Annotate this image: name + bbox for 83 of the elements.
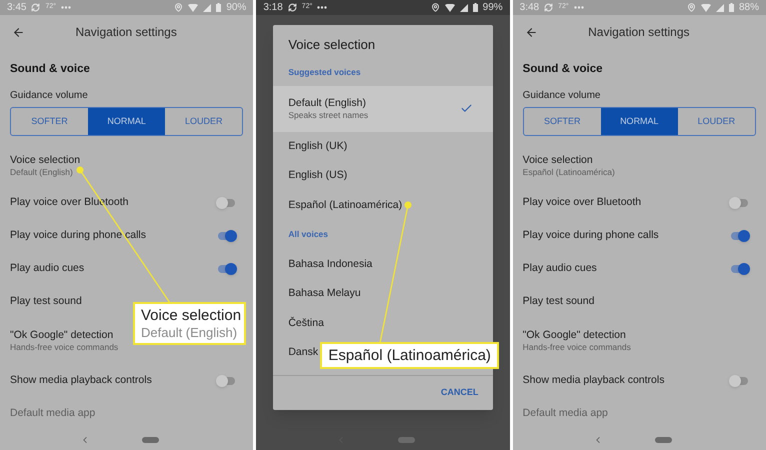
callout-title: Español (Latinoamérica) <box>328 346 491 365</box>
voice-name: Español (Latinoamérica) <box>288 198 402 212</box>
setting-title[interactable]: "Ok Google" detection <box>522 329 626 342</box>
status-time: 3:18 <box>263 1 283 15</box>
setting-title[interactable]: Play audio cues <box>522 262 597 275</box>
setting-title[interactable]: Play audio cues <box>10 262 84 275</box>
voice-option[interactable]: Čeština <box>273 308 494 338</box>
sync-icon <box>31 3 40 12</box>
toggle-switch[interactable] <box>728 262 750 274</box>
setting-title[interactable]: Voice selection <box>522 154 593 167</box>
toggle-switch[interactable] <box>728 230 750 242</box>
volume-option[interactable]: NORMAL <box>600 108 678 135</box>
voice-option[interactable]: Español (Latinoamérica) <box>273 190 494 220</box>
battery-level: 90% <box>226 1 246 15</box>
toggle-switch[interactable] <box>216 374 238 386</box>
status-time: 3:48 <box>520 1 540 15</box>
battery-level: 88% <box>738 1 759 15</box>
battery-icon <box>216 3 222 12</box>
signal-icon <box>716 4 724 12</box>
screen-title: Navigation settings <box>587 24 691 41</box>
section-title: Sound & voice <box>522 62 604 76</box>
toggle-switch[interactable] <box>216 196 238 208</box>
home-button[interactable] <box>398 437 416 443</box>
voice-name: English (US) <box>288 169 348 182</box>
voice-option[interactable]: Bahasa Melayu <box>273 279 494 308</box>
voice-description: Speaks street names <box>288 110 368 121</box>
callout-title: Voice selection <box>141 306 238 325</box>
setting-title[interactable]: Play test sound <box>10 295 82 308</box>
voice-name: Default (English) <box>288 96 366 110</box>
toggle-switch[interactable] <box>216 230 238 242</box>
location-icon <box>174 3 184 12</box>
battery-icon <box>728 3 734 12</box>
dialog-title: Voice selection <box>287 37 376 53</box>
home-button[interactable] <box>142 437 160 443</box>
setting-subtitle: Hands-free voice commands <box>522 342 631 353</box>
voice-option[interactable]: English (UK) <box>273 132 494 161</box>
status-time: 3:45 <box>7 1 26 15</box>
wifi-icon <box>444 4 455 12</box>
signal-icon <box>460 4 468 12</box>
volume-label: Guidance volume <box>522 89 602 102</box>
back-arrow-icon[interactable] <box>524 26 538 38</box>
section-title: Sound & voice <box>10 62 91 76</box>
voice-name: Bahasa Indonesia <box>288 258 372 271</box>
toggle-switch[interactable] <box>216 262 238 274</box>
setting-title[interactable]: Show media playback controls <box>10 374 152 387</box>
screen-title: Navigation settings <box>74 24 178 41</box>
location-icon <box>686 3 696 12</box>
more-notifications-icon <box>61 6 72 9</box>
home-button[interactable] <box>654 437 672 443</box>
setting-title[interactable]: Play test sound <box>522 295 594 308</box>
setting-title[interactable]: Play voice over Bluetooth <box>522 196 642 209</box>
setting-subtitle: Español (Latinoamérica) <box>522 167 615 178</box>
sync-icon <box>544 3 554 12</box>
sync-icon <box>288 3 297 12</box>
toggle-switch[interactable] <box>728 374 750 386</box>
volume-label: Guidance volume <box>10 89 89 102</box>
group-heading: Suggested voices <box>287 66 362 79</box>
more-notifications-icon <box>574 6 584 9</box>
setting-subtitle: Default (English) <box>10 167 73 178</box>
more-notifications-icon <box>317 6 328 9</box>
toggle-switch[interactable] <box>728 196 750 208</box>
voice-name: English (UK) <box>288 140 348 153</box>
voice-option[interactable]: English (US) <box>273 161 494 190</box>
setting-subtitle: Hands-free voice commands <box>10 342 118 353</box>
voice-option[interactable]: Default (English) Speaks street names <box>273 86 494 132</box>
setting-title[interactable]: Play voice during phone calls <box>522 229 659 242</box>
battery-level: 99% <box>482 1 503 15</box>
wifi-icon <box>188 4 198 12</box>
back-arrow-icon[interactable] <box>12 26 25 38</box>
location-icon <box>430 3 440 12</box>
wifi-icon <box>700 4 711 12</box>
setting-title[interactable]: Show media playback controls <box>522 374 664 387</box>
group-heading: All voices <box>287 228 330 242</box>
voice-option[interactable]: Bahasa Indonesia <box>273 250 494 279</box>
battery-icon <box>472 3 478 12</box>
voice-name: Bahasa Melayu <box>288 287 361 300</box>
setting-title[interactable]: Voice selection <box>10 154 80 167</box>
setting-title[interactable]: "Ok Google" detection <box>10 329 114 342</box>
callout-subtitle: Default (English) <box>141 325 238 341</box>
setting-title[interactable]: Play voice during phone calls <box>10 229 146 242</box>
signal-icon <box>203 4 212 12</box>
voice-name: Čeština <box>288 316 324 330</box>
volume-option[interactable]: NORMAL <box>88 108 166 135</box>
